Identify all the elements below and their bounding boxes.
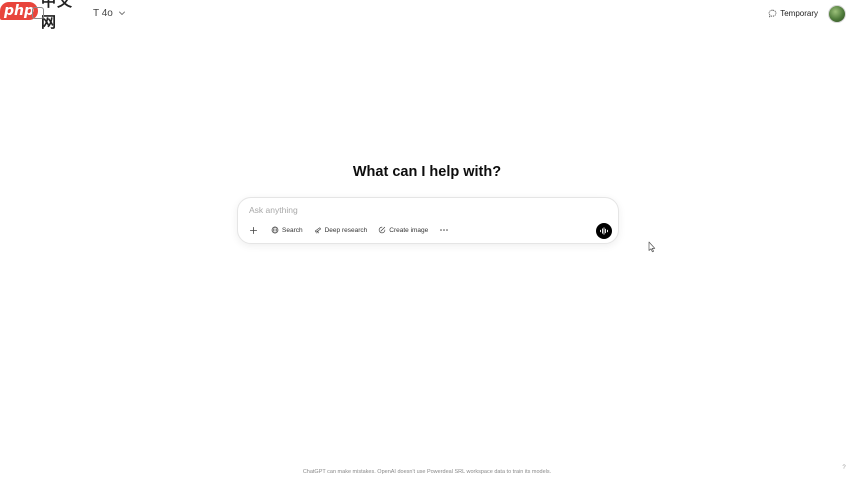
plus-icon (249, 226, 258, 234)
ellipsis-icon (440, 229, 449, 231)
temporary-chat-button[interactable]: Temporary (768, 6, 818, 20)
avatar[interactable] (828, 5, 846, 23)
image-brush-icon (379, 226, 386, 234)
voice-waveform-icon (600, 227, 608, 235)
composer-toolbar: Search Deep research Create image (246, 223, 456, 237)
model-icon (32, 7, 44, 19)
chat-page: php 中文网 T 4o Temporary What can I help w… (0, 0, 854, 480)
search-tool-label: Search (282, 226, 303, 234)
page-title: What can I help with? (352, 164, 502, 180)
deep-research-label: Deep research (324, 226, 368, 234)
chat-bubble-dashed-icon (768, 9, 777, 17)
composer: Search Deep research Create image (237, 197, 619, 244)
globe-icon (271, 226, 279, 234)
create-image-label: Create image (389, 226, 429, 234)
create-image-tool-button[interactable]: Create image (374, 223, 432, 237)
voice-mode-button[interactable] (596, 223, 612, 239)
add-attachment-button[interactable] (246, 223, 261, 237)
disclaimer-text: ChatGPT can make mistakes. OpenAI doesn'… (302, 469, 552, 475)
more-tools-button[interactable] (435, 223, 453, 237)
telescope-icon (314, 227, 321, 234)
search-tool-button[interactable]: Search (267, 223, 307, 237)
top-bar: php 中文网 T 4o Temporary (0, 0, 854, 31)
mouse-cursor-icon (648, 241, 656, 253)
help-button[interactable]: ? (841, 465, 847, 474)
chevron-down-icon (118, 11, 125, 15)
prompt-input[interactable] (249, 203, 549, 217)
temporary-label: Temporary (780, 8, 818, 18)
model-switcher[interactable]: T 4o (32, 5, 126, 21)
model-name: T 4o (93, 7, 113, 19)
deep-research-tool-button[interactable]: Deep research (310, 223, 372, 237)
